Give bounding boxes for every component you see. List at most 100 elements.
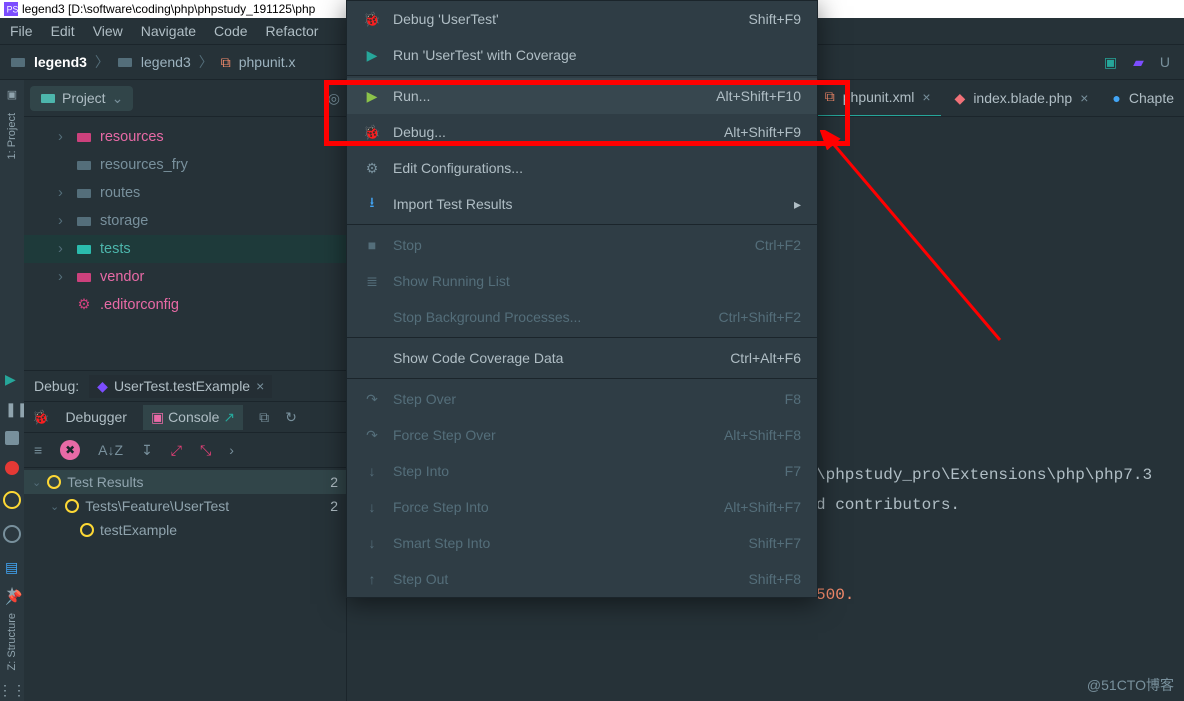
menu-force-step-over[interactable]: ↷Force Step OverAlt+Shift+F8: [347, 417, 817, 453]
rerun-icon[interactable]: ▶: [5, 371, 19, 385]
grip-icon[interactable]: ⋮⋮: [0, 682, 26, 699]
file-icon: ⚙: [76, 297, 92, 313]
wallet-icon[interactable]: ▰: [1133, 54, 1144, 71]
debug-panel: Debug: ◆ UserTest.testExample × 🐞 Debugg…: [24, 370, 346, 701]
next-icon[interactable]: ›: [229, 442, 234, 458]
folder-icon: [10, 54, 26, 70]
failed-badge[interactable]: ✖: [60, 440, 80, 460]
ring-grey-icon[interactable]: [3, 525, 21, 543]
pause-icon[interactable]: ❚❚: [5, 401, 19, 415]
tree-editorconfig[interactable]: ⚙.editorconfig: [24, 291, 346, 319]
menu-debug[interactable]: 🐞Debug...Alt+Shift+F9: [347, 114, 817, 150]
layout-icon[interactable]: ▤: [5, 559, 19, 573]
tree-storage[interactable]: ›storage: [24, 207, 346, 235]
close-icon[interactable]: ×: [922, 89, 930, 105]
test-suite[interactable]: ⌄ Tests\Feature\UserTest 2: [24, 494, 346, 518]
folder-icon: [76, 213, 92, 229]
star-icon[interactable]: ★: [6, 584, 19, 601]
tree-vendor[interactable]: ›vendor: [24, 263, 346, 291]
bug-icon[interactable]: 🐞: [32, 409, 49, 426]
menu-debug-usertest[interactable]: 🐞Debug 'UserTest'Shift+F9: [347, 1, 817, 37]
thread-icon[interactable]: ⧉: [259, 409, 269, 426]
menu-edit[interactable]: Edit: [51, 23, 75, 39]
folder-icon: [117, 54, 133, 70]
record-icon[interactable]: [5, 461, 19, 475]
step-out-icon: ↑: [363, 571, 381, 587]
breadcrumb-root[interactable]: legend3: [34, 54, 87, 70]
stop-icon: ■: [363, 237, 381, 253]
menu-run[interactable]: ▶Run...Alt+Shift+F10: [347, 78, 817, 114]
menu-stop-bg[interactable]: Stop Background Processes...Ctrl+Shift+F…: [347, 299, 817, 335]
close-icon[interactable]: ×: [256, 378, 264, 394]
close-icon[interactable]: ×: [1080, 90, 1088, 106]
stop-icon[interactable]: [5, 431, 19, 445]
tree-down-icon[interactable]: ↧: [141, 442, 153, 459]
menu-show-running[interactable]: ≣Show Running List: [347, 263, 817, 299]
run-menu: 🐞Debug 'UserTest'Shift+F9 ▶Run 'UserTest…: [346, 0, 818, 598]
debug-tabs: 🐞 Debugger ▣ Console ↗ ⧉ ↻: [24, 402, 346, 433]
expand-icon[interactable]: ⤢: [171, 442, 182, 459]
left-rail-project[interactable]: 1: Project: [6, 113, 18, 159]
menu-step-over[interactable]: ↷Step OverF8: [347, 381, 817, 417]
import-icon: ⭳: [363, 192, 381, 216]
menu-navigate[interactable]: Navigate: [141, 23, 196, 39]
menu-step-out[interactable]: ↑Step OutShift+F8: [347, 561, 817, 597]
debug-file-chip[interactable]: ◆ UserTest.testExample ×: [89, 375, 272, 398]
chevron-down-icon: ⌄: [112, 90, 124, 107]
menu-code[interactable]: Code: [214, 23, 247, 39]
breadcrumb-folder[interactable]: legend3: [141, 54, 191, 70]
console-icon: ▣: [151, 409, 164, 425]
play-icon: ▶: [363, 88, 381, 105]
project-selector[interactable]: Project ⌄: [30, 86, 133, 111]
popout-icon[interactable]: ↗: [223, 409, 235, 425]
tab-index-blade[interactable]: ◆index.blade.php×: [945, 80, 1099, 116]
structure-label[interactable]: Z: Structure: [6, 613, 18, 670]
test-results-root[interactable]: ⌄ Test Results 2: [24, 470, 346, 494]
filter-icon[interactable]: ≡: [34, 442, 42, 458]
bug-icon: 🐞: [363, 11, 381, 28]
bug-icon: 🐞: [363, 124, 381, 141]
target-icon[interactable]: ◎: [328, 90, 340, 107]
console-output: \phpstudy_pro\Extensions\php\php7.3 d co…: [816, 460, 1184, 610]
menu-stop[interactable]: ■StopCtrl+F2: [347, 227, 817, 263]
folder-icon: [76, 129, 92, 145]
terminal-icon[interactable]: ▣: [1104, 54, 1117, 71]
menu-refactor[interactable]: Refactor: [266, 23, 319, 39]
warning-icon: [47, 475, 61, 489]
collapse-icon[interactable]: ⤡: [200, 442, 211, 459]
watermark: @51CTO博客: [1087, 675, 1174, 695]
tab-debugger[interactable]: Debugger: [65, 409, 127, 425]
warning-icon: [65, 499, 79, 513]
step-into-icon: ↓: [363, 463, 381, 479]
menu-show-coverage[interactable]: Show Code Coverage DataCtrl+Alt+F6: [347, 340, 817, 376]
collapse-icon[interactable]: ▣: [7, 88, 17, 101]
menu-step-into[interactable]: ↓Step IntoF7: [347, 453, 817, 489]
test-case[interactable]: testExample: [24, 518, 346, 542]
sort-az-icon[interactable]: A↓Z: [98, 442, 123, 458]
xml-icon: ⧉: [825, 88, 835, 105]
menu-force-step-into[interactable]: ↓Force Step IntoAlt+Shift+F7: [347, 489, 817, 525]
menu-run-coverage[interactable]: ▶Run 'UserTest' with Coverage: [347, 37, 817, 73]
tab-console[interactable]: ▣ Console ↗: [143, 405, 243, 430]
tree-tests[interactable]: ›tests: [24, 235, 346, 263]
menu-edit-configs[interactable]: ⚙Edit Configurations...: [347, 150, 817, 186]
tree-resources[interactable]: ›resources: [24, 123, 346, 151]
xml-icon: ⧉: [221, 54, 231, 71]
ring-yellow-icon[interactable]: [3, 491, 21, 509]
folder-icon: [76, 269, 92, 285]
tree-resources-fry[interactable]: resources_fry: [24, 151, 346, 179]
tree-routes[interactable]: ›routes: [24, 179, 346, 207]
menu-smart-step-into[interactable]: ↓Smart Step IntoShift+F7: [347, 525, 817, 561]
menu-file[interactable]: File: [10, 23, 33, 39]
test-results: ⌄ Test Results 2 ⌄ Tests\Feature\UserTes…: [24, 468, 346, 544]
menu-import-tests[interactable]: ⭳Import Test Results▸: [347, 186, 817, 222]
reload-icon[interactable]: ↻: [285, 409, 297, 426]
test-toolbar: ≡ ✖ A↓Z ↧ ⤢ ⤡ ›: [24, 433, 346, 468]
breadcrumb-file[interactable]: phpunit.x: [239, 54, 296, 70]
tab-chapter[interactable]: ●Chapte: [1102, 80, 1184, 116]
menu-view[interactable]: View: [93, 23, 123, 39]
step-into-icon: ↓: [363, 499, 381, 515]
u-icon[interactable]: U: [1160, 54, 1170, 70]
tab-phpunit[interactable]: ⧉phpunit.xml×: [815, 80, 941, 117]
php-icon: ●: [1112, 90, 1120, 106]
